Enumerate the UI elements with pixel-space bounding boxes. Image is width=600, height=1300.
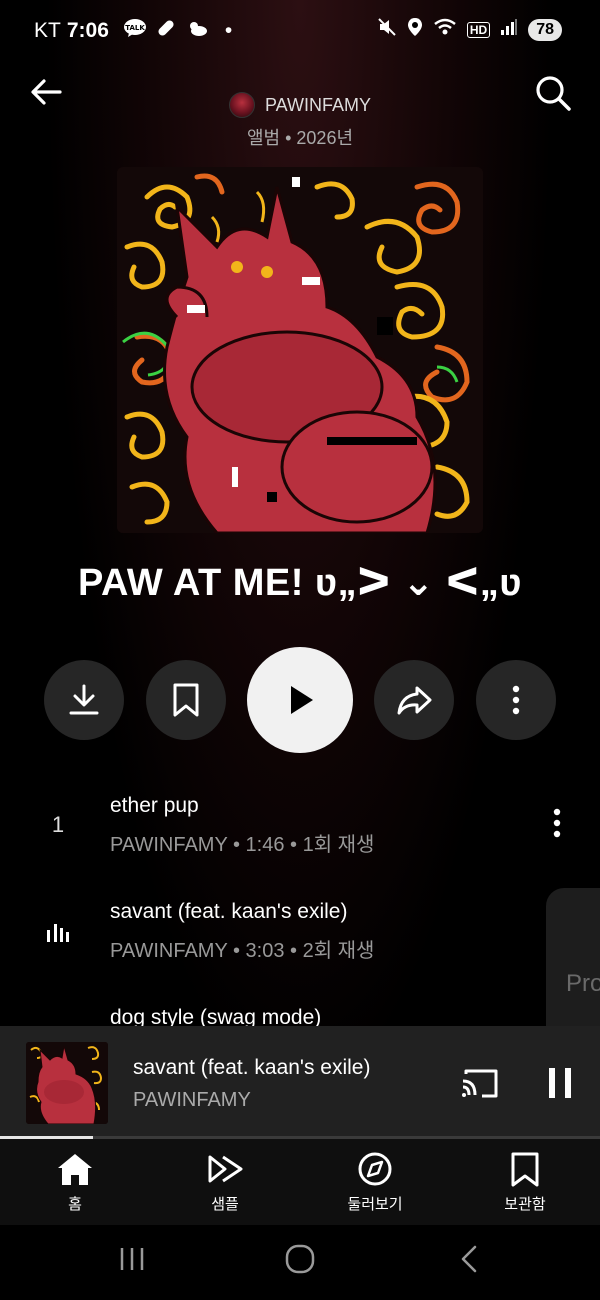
notification-dot: • — [224, 19, 233, 42]
album-cover — [117, 167, 483, 533]
explore-icon — [358, 1152, 392, 1186]
battery-indicator: 78 — [528, 18, 562, 41]
track-menu-button[interactable] — [546, 806, 568, 840]
samples-icon — [208, 1155, 243, 1183]
pro-label: Pro — [566, 970, 600, 997]
more-vertical-icon — [512, 685, 520, 715]
mini-player-artwork — [26, 1042, 108, 1124]
artist-link[interactable]: PAWINFAMY — [0, 92, 600, 118]
track-row[interactable]: savant (feat. kaan's exile) PAWINFAMY • … — [0, 886, 600, 976]
album-title: PAW AT ME! ʋ„ᐳ ⌄ ᐸ„ʋ — [77, 562, 523, 604]
mini-player-title: savant (feat. kaan's exile) — [133, 1056, 371, 1079]
artist-avatar — [228, 92, 255, 118]
recent-apps-button[interactable] — [118, 1245, 148, 1278]
more-vertical-icon — [553, 808, 561, 838]
nav-library-label: 보관함 — [504, 1196, 546, 1213]
pill-icon — [155, 17, 177, 45]
share-button[interactable] — [374, 660, 454, 740]
track-title: ether pup — [110, 794, 199, 817]
nav-library[interactable]: 보관함 — [465, 1151, 585, 1214]
play-icon — [291, 686, 313, 714]
play-album-button[interactable] — [247, 647, 353, 753]
svg-text:TALK: TALK — [125, 24, 145, 32]
track-number: 1 — [51, 812, 65, 837]
chevron-left-icon — [461, 1245, 477, 1273]
clock: 7:06 — [66, 19, 109, 42]
home-system-button[interactable] — [285, 1244, 315, 1279]
location-icon — [407, 17, 423, 42]
status-bar: KT 7:06 TALK • HD 78 — [0, 0, 600, 60]
hd-icon: HD — [466, 21, 491, 38]
talk-icon: TALK — [123, 18, 147, 44]
nav-explore[interactable]: 둘러보기 — [315, 1151, 435, 1214]
recent-apps-icon — [120, 1248, 144, 1270]
download-icon — [69, 684, 99, 715]
cast-button[interactable] — [460, 1066, 500, 1100]
home-icon — [58, 1154, 92, 1185]
album-artwork — [117, 167, 483, 533]
mini-player[interactable]: savant (feat. kaan's exile) PAWINFAMY — [0, 1026, 600, 1138]
album-meta: 앨범 • 2026년 — [246, 128, 354, 148]
artist-name: PAWINFAMY — [264, 94, 371, 115]
track-subtitle: PAWINFAMY • 1:46 • 1회 재생 — [110, 834, 375, 856]
nav-home[interactable]: 홈 — [15, 1151, 135, 1214]
track-row[interactable]: 1 ether pup PAWINFAMY • 1:46 • 1회 재생 — [0, 780, 600, 870]
system-back-button[interactable] — [458, 1244, 480, 1279]
download-button[interactable] — [44, 660, 124, 740]
track-title: savant (feat. kaan's exile) — [110, 900, 348, 923]
library-icon — [511, 1152, 539, 1187]
nav-home-label: 홈 — [68, 1196, 82, 1213]
save-to-library-button[interactable] — [146, 660, 226, 740]
system-navigation-bar — [0, 1225, 600, 1300]
share-icon — [397, 686, 432, 715]
cast-icon — [462, 1069, 498, 1098]
bookmark-icon — [173, 683, 199, 717]
home-circle-icon — [285, 1244, 315, 1274]
nav-samples[interactable]: 샘플 — [165, 1151, 285, 1214]
track-subtitle: PAWINFAMY • 3:03 • 2회 재생 — [110, 940, 375, 962]
carrier-label: KT — [34, 19, 61, 42]
mini-player-artist: PAWINFAMY — [133, 1089, 251, 1111]
nav-samples-label: 샘플 — [211, 1196, 239, 1213]
nav-explore-label: 둘러보기 — [347, 1196, 403, 1213]
now-playing-equalizer-icon — [46, 922, 70, 947]
pause-icon — [549, 1068, 571, 1098]
signal-icon — [500, 18, 518, 41]
weather-icon — [185, 18, 209, 44]
bottom-navigation: 홈 샘플 둘러보기 보관함 — [0, 1139, 600, 1225]
mute-icon — [377, 17, 397, 42]
wifi-icon — [433, 17, 457, 42]
pause-button[interactable] — [544, 1066, 576, 1100]
more-options-button[interactable] — [476, 660, 556, 740]
